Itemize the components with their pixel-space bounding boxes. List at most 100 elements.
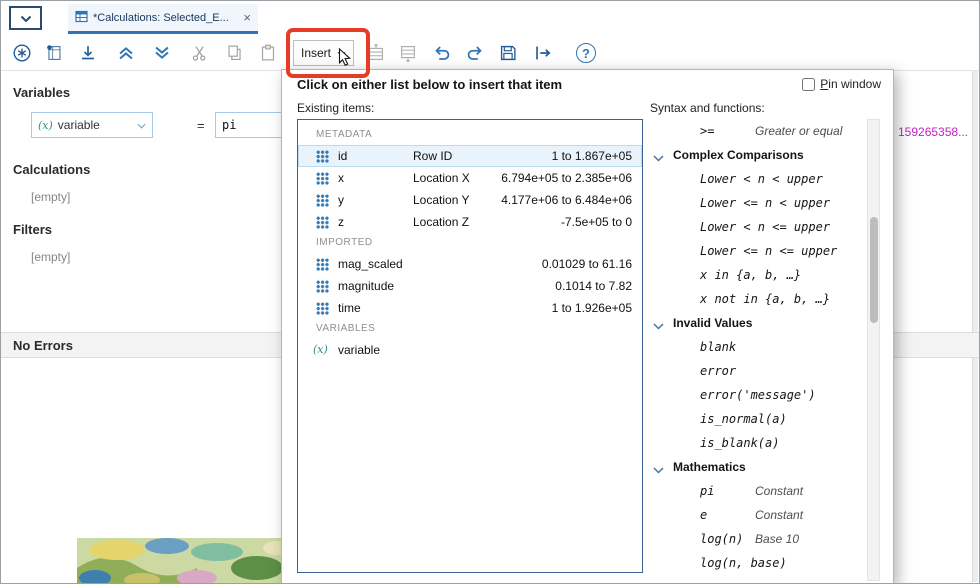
errors-text: No Errors [13,338,73,353]
copy-button[interactable] [222,40,248,66]
asterisk-circle-icon [11,42,33,64]
syntax-list[interactable]: >= Greater or equal Complex Comparisons … [650,119,866,581]
cut-button[interactable] [187,40,213,66]
syntax-item-range-3[interactable]: Lower < n <= upper [650,215,866,239]
item-name: z [338,211,344,233]
redo-button[interactable] [462,40,488,66]
syntax-item-greater-equal[interactable]: >= Greater or equal [650,119,866,143]
syntax-scrollbar[interactable] [867,119,880,581]
syntax-item-range-2[interactable]: Lower <= n < upper [650,191,866,215]
new-table-button[interactable] [41,40,67,66]
filters-heading: Filters [13,222,52,237]
tab-close-icon[interactable]: × [243,11,251,24]
syntax-text: Lower < n < upper [700,167,823,191]
variable-selector[interactable]: (x) variable [31,112,153,138]
insert-above-button[interactable] [363,40,389,66]
right-scrollbar[interactable] [972,71,978,582]
syntax-item-e[interactable]: e Constant [650,503,866,527]
popup-title: Click on either list below to insert tha… [297,77,562,92]
save-button[interactable] [495,40,521,66]
syntax-item-x-not-in-set[interactable]: x not in {a, b, …} [650,287,866,311]
existing-item-mag-scaled[interactable]: mag_scaled 0.01029 to 61.16 [298,253,642,275]
insert-popup: Click on either list below to insert tha… [281,69,894,584]
syntax-item-error-message[interactable]: error('message') [650,383,866,407]
syntax-text: Lower < n <= upper [700,215,830,239]
variable-icon: (x) [38,119,53,132]
existing-item-y[interactable]: y Location Y 4.177e+06 to 6.484e+06 [298,189,642,211]
syntax-section-complex-comparisons[interactable]: Complex Comparisons [650,143,866,167]
move-up-button[interactable] [113,40,139,66]
section-header-variables: VARIABLES [298,319,642,339]
syntax-item-log-base[interactable]: log(n, base) [650,551,866,575]
existing-item-magnitude[interactable]: magnitude 0.1014 to 7.82 [298,275,642,297]
pin-label-rest: in window [828,77,881,91]
calculations-heading: Calculations [13,162,90,177]
export-button[interactable] [530,40,556,66]
new-calculation-button[interactable] [9,40,35,66]
save-icon [497,42,519,64]
tab-calculations[interactable]: *Calculations: Selected_E... × [68,4,258,34]
insert-button-label: Insert [301,46,331,60]
item-range: 0.1014 to 7.82 [555,275,632,297]
map-preview [77,538,288,584]
syntax-item-range-4[interactable]: Lower <= n <= upper [650,239,866,263]
syntax-item-pi[interactable]: pi Constant [650,479,866,503]
variable-selector-value: variable [58,118,132,132]
existing-item-id[interactable]: id Row ID 1 to 1.867e+05 [298,145,642,167]
window-list-button[interactable] [9,6,42,30]
pin-window-checkbox[interactable]: Pin window [802,77,881,91]
clipboard-icon [257,42,279,64]
item-name: time [338,297,361,319]
download-button[interactable] [75,40,101,66]
pin-window-input[interactable] [802,78,815,91]
existing-item-variable[interactable]: (x) variable [298,339,642,361]
paste-button[interactable] [255,40,281,66]
syntax-label: Syntax and functions: [650,101,765,115]
syntax-item-is-blank[interactable]: is_blank(a) [650,431,866,455]
item-desc: Location Y [413,189,470,211]
pin-window-label: Pin window [820,77,881,91]
move-down-button[interactable] [149,40,175,66]
syntax-item-log[interactable]: log(n) Base 10 [650,527,866,551]
existing-item-z[interactable]: z Location Z -7.5e+05 to 0 [298,211,642,233]
undo-icon [431,42,453,64]
app-window: *Calculations: Selected_E... × I [0,0,980,584]
export-arrow-icon [532,42,554,64]
chevron-down-icon [137,118,146,132]
syntax-text: e [700,503,707,527]
syntax-text: x not in {a, b, …} [700,287,830,311]
insert-button[interactable]: Insert [293,40,354,66]
existing-item-time[interactable]: time 1 to 1.926e+05 [298,297,642,319]
item-range: 4.177e+06 to 6.484e+06 [501,189,632,211]
scissors-icon [189,42,211,64]
syntax-section-invalid-values[interactable]: Invalid Values [650,311,866,335]
existing-item-x[interactable]: x Location X 6.794e+05 to 2.385e+06 [298,167,642,189]
syntax-text: is_normal(a) [700,407,787,431]
syntax-text: Lower <= n < upper [700,191,830,215]
numeric-column-icon [316,280,329,293]
syntax-text: Lower <= n <= upper [700,239,837,263]
syntax-item-error[interactable]: error [650,359,866,383]
syntax-section-mathematics[interactable]: Mathematics [650,455,866,479]
existing-items-list[interactable]: METADATA id Row ID 1 to 1.867e+05 x Loca… [297,119,643,573]
undo-button[interactable] [429,40,455,66]
insert-below-button[interactable] [395,40,421,66]
scrollbar-thumb[interactable] [870,217,878,323]
expression-input[interactable] [215,112,287,138]
help-button[interactable]: ? [573,40,599,66]
syntax-item-blank[interactable]: blank [650,335,866,359]
item-name: x [338,167,344,189]
copy-icon [224,42,246,64]
table-star-icon [43,42,65,64]
double-chevron-down-icon [151,42,173,64]
syntax-text: is_blank(a) [700,431,779,455]
tab-strip: *Calculations: Selected_E... × [1,1,979,35]
numeric-column-icon [316,216,329,229]
item-range: 0.01029 to 61.16 [542,253,632,275]
syntax-text: >= [700,119,714,143]
syntax-item-is-normal[interactable]: is_normal(a) [650,407,866,431]
syntax-item-x-in-set[interactable]: x in {a, b, …} [650,263,866,287]
syntax-item-range-1[interactable]: Lower < n < upper [650,167,866,191]
numeric-column-icon [316,150,329,163]
item-range: -7.5e+05 to 0 [561,211,632,233]
